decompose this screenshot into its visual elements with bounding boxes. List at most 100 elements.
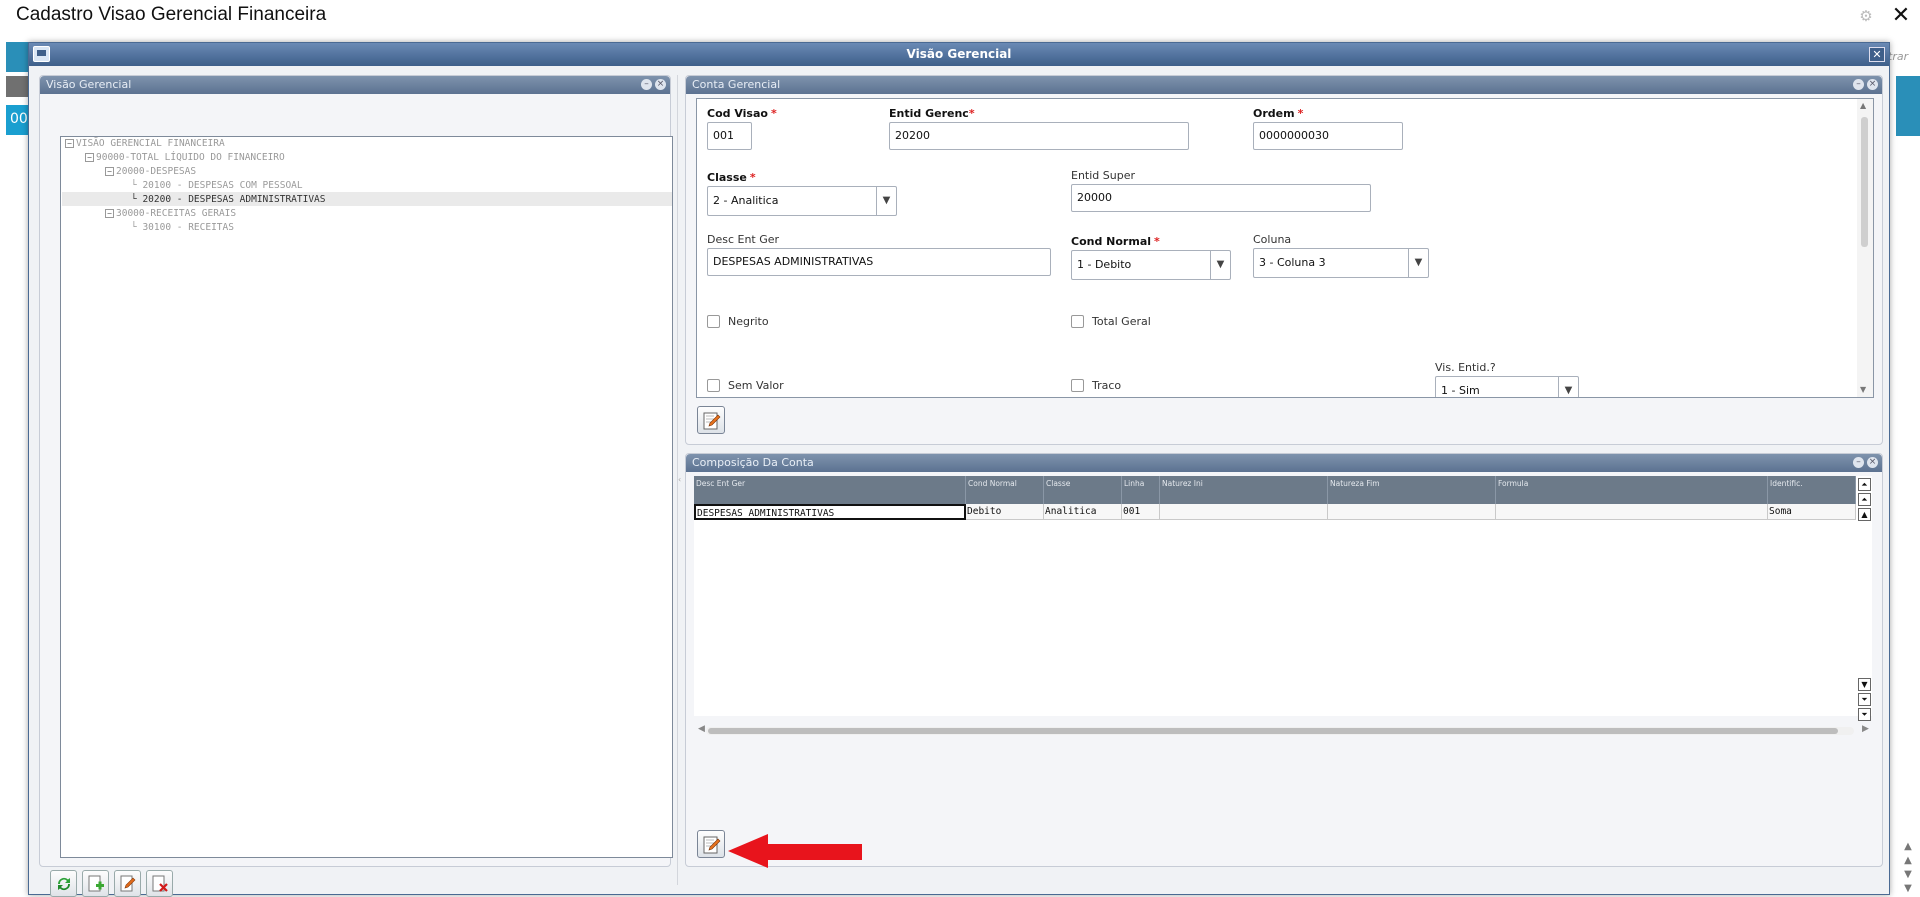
total-geral-checkbox[interactable]	[1071, 315, 1084, 328]
coluna-select[interactable]: 3 - Coluna 3 ▼	[1253, 248, 1429, 278]
dialog-title: Visão Gerencial	[29, 43, 1889, 66]
table-cell[interactable]	[1328, 504, 1496, 520]
edit-button[interactable]	[114, 870, 141, 897]
vis-entid-select[interactable]: 1 - Sim ▼	[1435, 376, 1579, 397]
column-header[interactable]: Natureza Fim	[1328, 476, 1496, 504]
composicao-header: Composição Da Conta	[686, 454, 1882, 472]
tree-node-label: VISÃO GERENCIAL FINANCEIRA	[76, 138, 225, 149]
cond-normal-select[interactable]: 1 - Debito ▼	[1071, 250, 1231, 280]
collapse-icon[interactable]: −	[105, 209, 114, 218]
close-icon[interactable]: ×	[1867, 79, 1878, 90]
negrito-checkbox[interactable]	[707, 315, 720, 328]
tree-node-label: 20200 - DESPESAS ADMINISTRATIVAS	[142, 194, 326, 205]
close-icon[interactable]: ×	[655, 79, 666, 90]
edit-composition-button[interactable]	[697, 830, 725, 858]
table-cell[interactable]	[1496, 504, 1768, 520]
scroll-right-icon[interactable]: ▶	[1862, 724, 1869, 734]
tree-node-label: 30000-RECEITAS GERAIS	[116, 208, 237, 219]
collapse-icon[interactable]: −	[105, 167, 114, 176]
cod-visao-input[interactable]: 001	[707, 122, 752, 150]
ordem-input[interactable]: 0000000030	[1253, 122, 1403, 150]
scroll-down-icon[interactable]: ▼	[1860, 385, 1866, 394]
entid-super-input[interactable]: 20000	[1071, 184, 1371, 212]
column-header[interactable]: Cond Normal	[966, 476, 1044, 504]
table-cell[interactable]: Analitica	[1044, 504, 1122, 520]
column-header[interactable]: Identific.	[1768, 476, 1856, 504]
tree-panel: Visão Gerencial – × − VISÃO GERENCIAL FIN…	[39, 75, 673, 897]
column-header[interactable]: Formula	[1496, 476, 1768, 504]
table-cell[interactable]: DESPESAS ADMINISTRATIVAS	[694, 504, 966, 520]
window-icon	[33, 46, 50, 62]
scroll-top-icon[interactable]: ⏶	[1858, 478, 1871, 491]
scroll-thumb[interactable]	[1861, 117, 1868, 247]
tree-connector: └	[131, 194, 143, 205]
tree-node[interactable]: −90000-TOTAL LÍQUIDO DO FINANCEIRO	[85, 151, 285, 164]
add-button[interactable]	[82, 870, 109, 897]
edit-account-button[interactable]	[697, 406, 725, 434]
tree-node-label: 30100 - RECEITAS	[142, 222, 234, 233]
conta-gerencial-title: Conta Gerencial	[692, 78, 781, 91]
tree-node[interactable]: − VISÃO GERENCIAL FINANCEIRA	[65, 137, 225, 150]
horizontal-scrollbar[interactable]	[706, 727, 1854, 735]
chevron-down-icon[interactable]: ▼	[1558, 377, 1578, 397]
visao-gerencial-dialog: Visão Gerencial ✕ Visão Gerencial – × − V…	[28, 42, 1890, 897]
column-header[interactable]: Linha	[1122, 476, 1160, 504]
cond-normal-label: Cond Normal *	[1071, 235, 1160, 248]
delete-button[interactable]	[146, 870, 173, 897]
tree-node-selected[interactable]: └ 20200 - DESPESAS ADMINISTRATIVAS	[131, 193, 325, 206]
vis-entid-label: Vis. Entid.?	[1435, 361, 1496, 374]
chevron-down-icon[interactable]: ▼	[1408, 249, 1428, 277]
scroll-page-down-icon[interactable]: ⏷	[1858, 693, 1871, 706]
chevron-down-icon[interactable]: ▼	[876, 187, 896, 215]
column-header[interactable]: Classe	[1044, 476, 1122, 504]
scroll-down-icon[interactable]: ▼	[1858, 678, 1871, 691]
composicao-title: Composição Da Conta	[692, 456, 814, 469]
table-cell[interactable]	[1160, 504, 1328, 520]
scroll-page-up-icon[interactable]: ⏶	[1858, 493, 1871, 506]
column-header[interactable]: Desc Ent Ger	[694, 476, 966, 504]
background-panel	[1896, 76, 1920, 136]
gear-icon[interactable]: ⚙	[1858, 8, 1874, 24]
table-cell[interactable]: Debito	[966, 504, 1044, 520]
minimize-icon[interactable]: –	[1853, 79, 1864, 90]
tree-connector: └	[131, 222, 143, 233]
label-text: Cod Visao	[707, 107, 768, 120]
chevron-down-icon[interactable]: ▼	[1210, 251, 1230, 279]
ordem-label: Ordem *	[1253, 107, 1304, 120]
form-vertical-scrollbar[interactable]: ▲ ▼	[1857, 99, 1873, 397]
tree-node[interactable]: −30000-RECEITAS GERAIS	[105, 207, 236, 220]
column-header[interactable]: Naturez Ini	[1160, 476, 1328, 504]
entid-super-label: Entid Super	[1071, 169, 1135, 182]
minimize-icon[interactable]: –	[1853, 457, 1864, 468]
scroll-left-icon[interactable]: ◀	[698, 724, 705, 734]
tree-node[interactable]: └ 30100 - RECEITAS	[131, 221, 234, 234]
dialog-close-icon[interactable]: ✕	[1869, 47, 1885, 62]
sem-valor-checkbox[interactable]	[707, 379, 720, 392]
traco-checkbox[interactable]	[1071, 379, 1084, 392]
tree-view[interactable]: − VISÃO GERENCIAL FINANCEIRA −90000-TOTAL…	[60, 136, 673, 858]
background-scroll-buttons[interactable]: ▲ ▲ ▼ ▼	[1896, 840, 1920, 895]
collapse-icon[interactable]: −	[85, 153, 94, 162]
collapse-icon[interactable]: −	[65, 139, 74, 148]
minimize-icon[interactable]: –	[641, 79, 652, 90]
red-arrow-annotation	[728, 834, 862, 868]
scroll-bottom-icon[interactable]: ⏷	[1858, 708, 1871, 721]
composition-grid[interactable]: Desc Ent Ger Cond Normal Classe Linha Na…	[694, 476, 1872, 721]
add-icon	[88, 875, 104, 892]
entid-gerenc-input[interactable]: 20200	[889, 122, 1189, 150]
scroll-up-icon[interactable]: ▲	[1860, 101, 1866, 110]
close-icon[interactable]: ×	[1867, 457, 1878, 468]
refresh-button[interactable]	[50, 870, 77, 897]
tree-node[interactable]: −20000-DESPESAS	[105, 165, 196, 178]
classe-select[interactable]: 2 - Analitica ▼	[707, 186, 897, 216]
conta-gerencial-header: Conta Gerencial	[686, 76, 1882, 94]
tree-node[interactable]: └ 20100 - DESPESAS COM PESSOAL	[131, 179, 303, 192]
tree-node-label: 20100 - DESPESAS COM PESSOAL	[142, 180, 303, 191]
scroll-thumb[interactable]	[708, 728, 1838, 734]
table-cell[interactable]: Soma	[1768, 504, 1856, 520]
table-cell[interactable]: 001	[1122, 504, 1160, 520]
scroll-up-icon[interactable]: ▲	[1858, 508, 1871, 521]
splitter-handle[interactable]: ‹	[677, 75, 685, 885]
close-icon[interactable]: ✕	[1890, 4, 1912, 26]
desc-ent-ger-input[interactable]: DESPESAS ADMINISTRATIVAS	[707, 248, 1051, 276]
